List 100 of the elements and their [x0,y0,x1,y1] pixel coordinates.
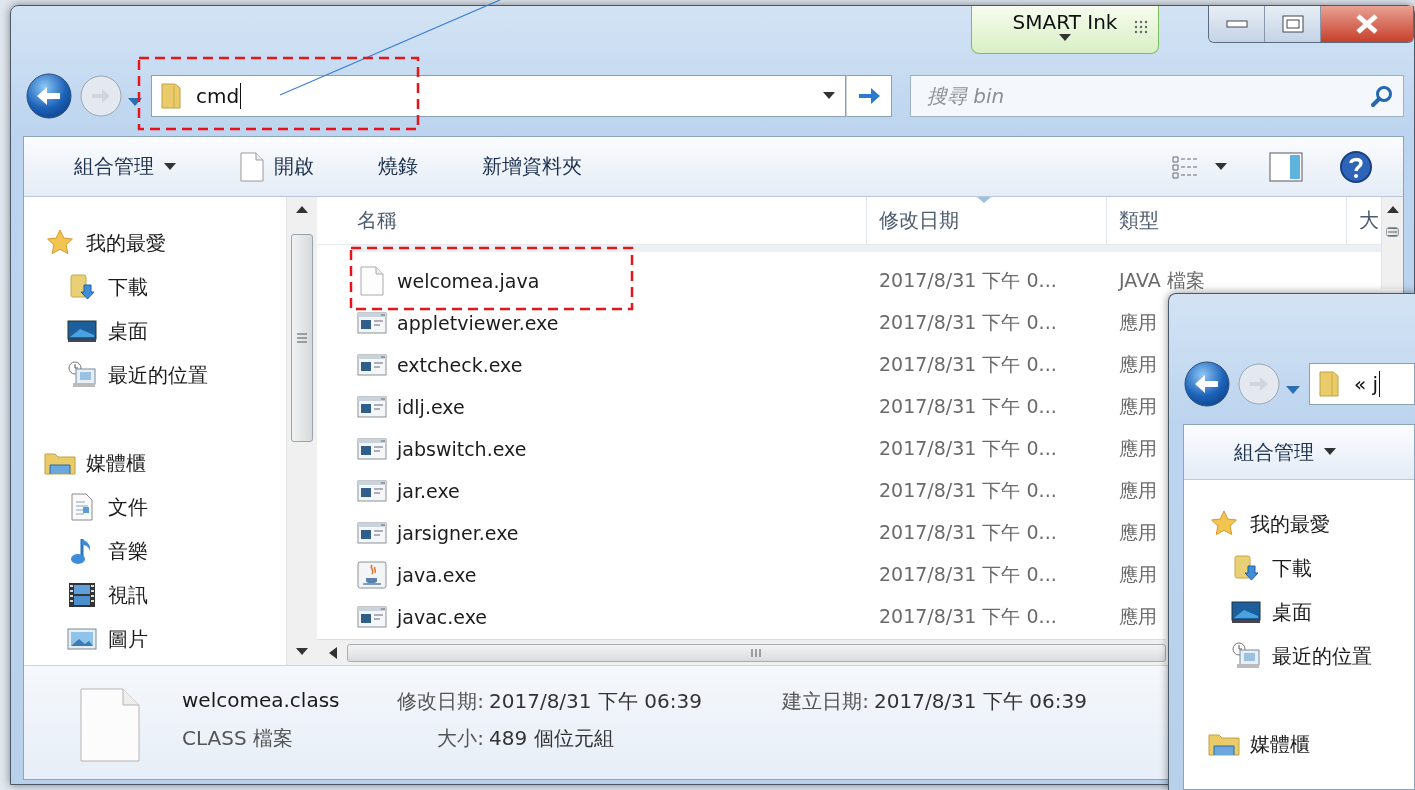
grip-icon [1134,20,1148,34]
left-arrow-icon [329,646,337,659]
date-modified: 2017/8/31 下午 0... [879,562,1057,587]
nav-item[interactable]: 我的最愛 [1208,502,1414,546]
nav-item[interactable]: 最近的位置 [1208,634,1414,678]
arrow-right-icon [857,86,881,106]
field-value: 2017/8/31 下午 06:39 [874,688,1087,715]
address-field[interactable]: « j [1309,363,1415,405]
preview-pane-icon [1269,151,1303,182]
file-name[interactable]: jabswitch.exe [397,438,527,460]
file-type: JAVA 檔案 [1119,268,1205,293]
file-name[interactable]: welcomea.java [397,270,540,292]
date-modified: 2017/8/31 下午 0... [879,604,1057,629]
nav-item[interactable]: 最近的位置 [44,353,286,397]
film-icon [68,581,96,609]
file-type: 應用 [1119,310,1157,335]
down-arrow-icon [296,648,308,656]
maximize-button[interactable] [1265,6,1321,42]
file-type: 應用 [1119,436,1157,461]
file-name[interactable]: java.exe [397,564,477,586]
recent-places-icon [67,361,97,389]
close-icon [1355,14,1379,34]
file-name[interactable]: jarsigner.exe [397,522,519,544]
document-icon [240,151,264,182]
smart-ink-tab[interactable]: SMART Ink [971,6,1159,54]
date-modified: 2017/8/31 下午 0... [879,352,1057,377]
file-name: welcomea.class [182,688,341,714]
column-header[interactable]: 類型 [1107,197,1347,244]
up-arrow-icon [296,206,308,214]
program-window-icon [357,311,387,335]
minimize-button[interactable] [1209,6,1265,42]
blank-file-icon [80,688,140,762]
nav-item[interactable]: 媒體櫃 [44,441,286,485]
back-button[interactable] [25,72,73,120]
blank-file-icon [360,266,384,296]
toolbar-button[interactable]: 燒錄 [366,146,430,187]
minimize-icon [1225,20,1248,28]
search-field[interactable]: 搜尋 bin [910,75,1404,117]
file-name[interactable]: javac.exe [397,606,487,628]
file-name[interactable]: extcheck.exe [397,354,523,376]
nav-item[interactable]: 桌面 [1208,590,1414,634]
monitor-icon [67,319,97,343]
nav-item[interactable]: 下載 [44,265,286,309]
field-label: 大小: [436,725,485,752]
file-type: 應用 [1119,478,1157,503]
field-label: 建立日期: [781,688,870,715]
nav-item[interactable]: 音樂 [44,529,286,573]
nav-item[interactable]: 我的最愛 [44,221,286,265]
image-icon [67,627,97,651]
help-icon [1339,149,1373,184]
program-window-icon [357,605,387,629]
grip-icon [296,333,308,343]
library-folder-icon [1208,731,1240,757]
toolbar-button[interactable]: 組合管理 [62,146,188,187]
back-button[interactable] [1183,360,1231,408]
date-modified: 2017/8/31 下午 0... [879,478,1057,503]
nav-item[interactable]: 文件 [44,485,286,529]
go-button[interactable] [846,75,892,117]
program-window-icon [357,395,387,419]
date-modified: 2017/8/31 下午 0... [879,520,1057,545]
nav-item[interactable]: 圖片 [44,617,286,661]
date-modified: 2017/8/31 下午 0... [879,310,1057,335]
file-type: CLASS 檔案 [182,725,294,752]
up-arrow-icon [1386,206,1399,214]
file-type: 應用 [1119,394,1157,419]
scrollbar[interactable] [317,639,1166,665]
file-type: 應用 [1119,604,1157,629]
star-icon [46,229,74,257]
address-field[interactable]: cmd [151,75,846,117]
field-value: 489 個位元組 [489,725,615,752]
program-window-icon [357,521,387,545]
document-icon [70,493,94,521]
grip-icon [1387,227,1398,237]
nav-item[interactable]: 媒體櫃 [1208,722,1414,766]
file-name[interactable]: jar.exe [397,480,460,502]
field-label: 修改日期: [396,688,485,715]
date-modified: 2017/8/31 下午 0... [879,268,1057,293]
file-type: 應用 [1119,520,1157,545]
toolbar-button[interactable]: 開啟 [228,146,326,187]
caret-icon [1285,384,1301,396]
column-header[interactable]: 名稱 [317,197,867,244]
close-button[interactable] [1321,6,1413,42]
file-name[interactable]: idlj.exe [397,396,465,418]
search-icon [1370,84,1394,108]
caret-icon [1059,34,1071,42]
field-value: 2017/8/31 下午 06:39 [489,688,703,715]
caret-icon [823,92,835,100]
nav-item[interactable]: 桌面 [44,309,286,353]
date-modified: 2017/8/31 下午 0... [879,436,1057,461]
file-name[interactable]: appletviewer.exe [397,312,559,334]
nav-item[interactable]: 下載 [1208,546,1414,590]
column-header[interactable]: 大 [1347,197,1381,244]
maximize-icon [1281,15,1304,33]
grip-icon [750,647,763,658]
monitor-icon [1231,600,1261,624]
library-folder-icon [44,450,76,476]
column-header[interactable]: 修改日期 [867,197,1107,244]
caret-icon [164,162,176,171]
toolbar-button[interactable]: 新增資料夾 [470,146,594,187]
nav-item[interactable]: 視訊 [44,573,286,617]
